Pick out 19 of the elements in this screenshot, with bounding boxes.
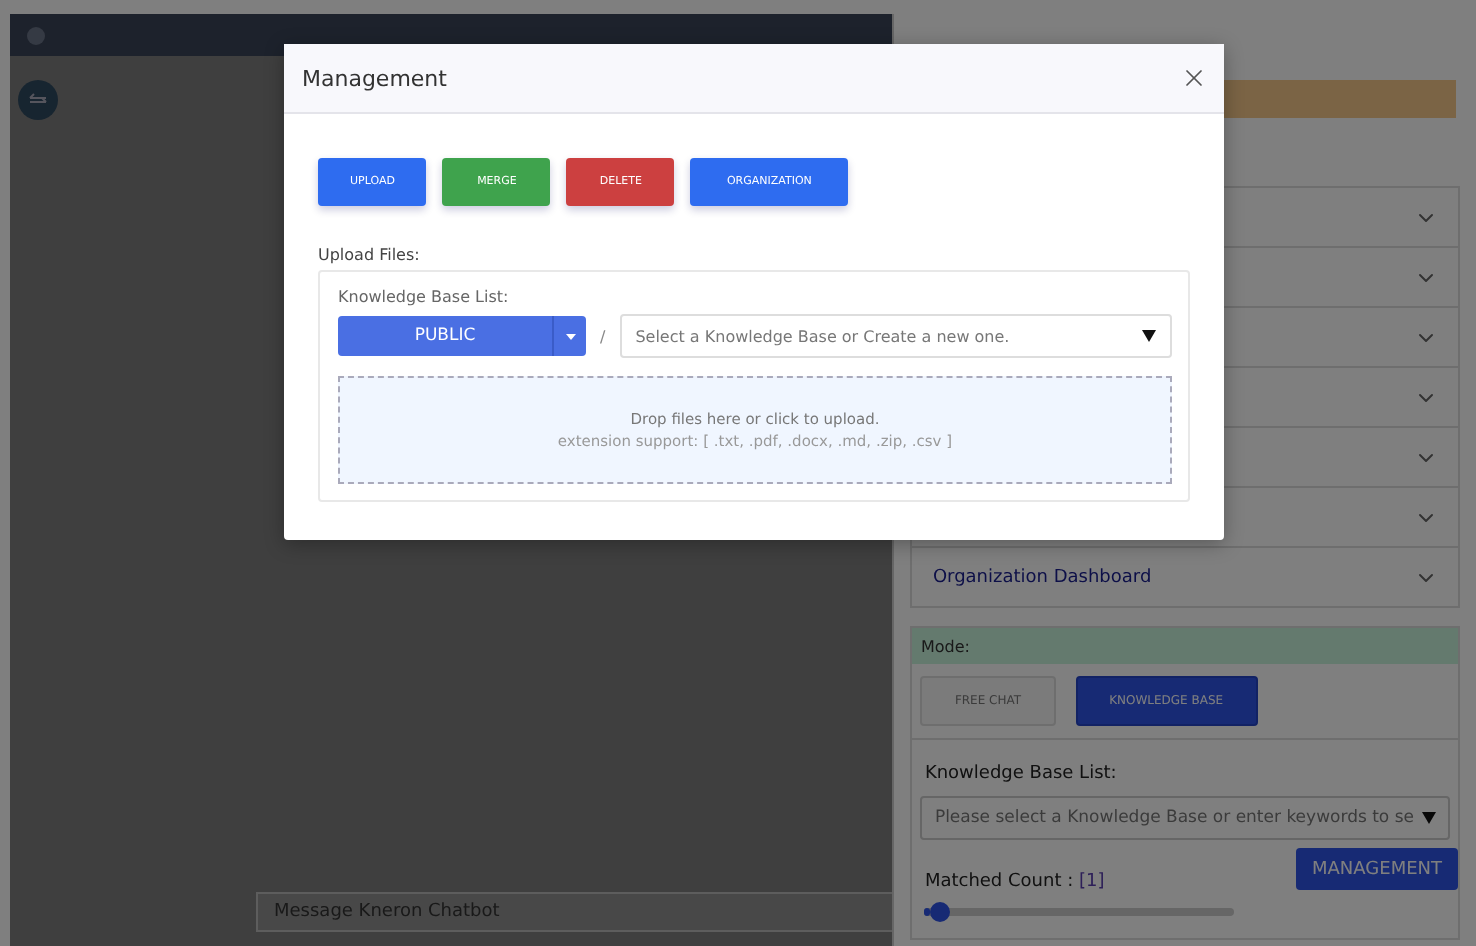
logo-icon (26, 25, 46, 45)
separator: / (600, 327, 606, 345)
dialog-title: Management (302, 65, 447, 91)
caret-icon (565, 333, 575, 339)
close-button[interactable] (1180, 64, 1208, 92)
field-label: Knowledge Base List: (922, 764, 1119, 784)
swap-button[interactable] (18, 80, 58, 120)
mode-header: Mode: (912, 628, 1458, 664)
knowledge-base-select[interactable]: Select a Knowledge Base or Create a new one. (619, 314, 1172, 358)
dropdown-arrow-icon (1422, 812, 1436, 824)
field-label: Knowledge Base List: (338, 288, 511, 306)
scope-select[interactable]: PUBLIC (338, 316, 586, 356)
dropdown-arrow-icon (1142, 330, 1156, 342)
management-button[interactable]: MANAGEMENT (1296, 848, 1458, 890)
count-slider[interactable] (924, 902, 1235, 922)
matched-count-label: Matched Count : [1] (924, 872, 1105, 892)
section-label: Upload Files: (318, 246, 422, 264)
knowledge-base-select[interactable]: Please select a Knowledge Base or enter keywords to se (920, 796, 1450, 840)
slider-thumb[interactable] (930, 902, 951, 922)
